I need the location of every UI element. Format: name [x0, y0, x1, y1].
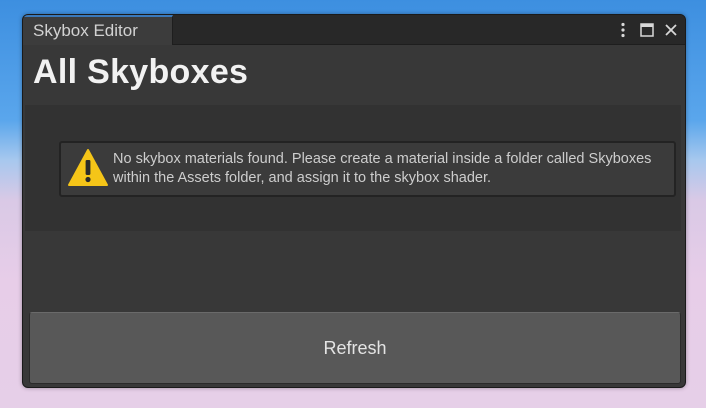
warning-triangle-icon: [67, 147, 109, 189]
close-icon[interactable]: [663, 21, 679, 39]
skybox-editor-window: Skybox Editor All Skyboxes No skybox mat…: [22, 14, 686, 388]
kebab-menu-icon[interactable]: [615, 21, 631, 39]
page-title: All Skyboxes: [33, 53, 249, 91]
warning-message: No skybox materials found. Please create…: [113, 151, 652, 186]
warning-helpbox: No skybox materials found. Please create…: [59, 141, 676, 197]
skybox-list-area: No skybox materials found. Please create…: [25, 105, 681, 231]
window-titlebar: Skybox Editor: [23, 15, 685, 45]
maximize-icon[interactable]: [639, 21, 655, 39]
tab-skybox-editor[interactable]: Skybox Editor: [23, 15, 173, 45]
refresh-button[interactable]: Refresh: [29, 312, 681, 384]
window-controls: [615, 19, 679, 41]
